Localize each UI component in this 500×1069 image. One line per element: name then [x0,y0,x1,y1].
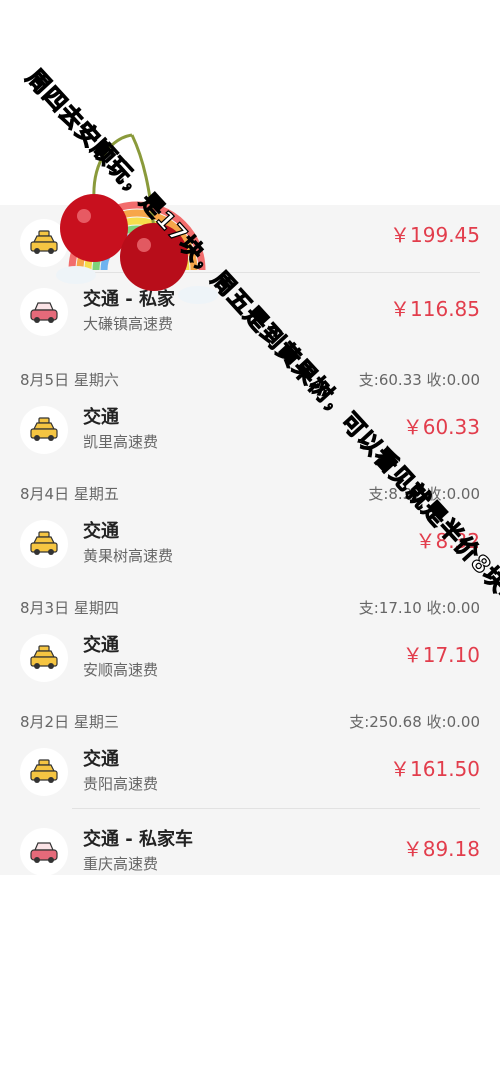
date-header: 8月2日 星期三 支:250.68 收:0.00 [0,699,500,739]
day-summary: 支:17.10 收:0.00 [358,599,480,617]
record-subtitle: 安顺高速费 [83,661,159,679]
record-category: 交通 [83,635,119,656]
record-subtitle: 重庆高速费 [83,855,159,873]
date-label: 8月4日 星期五 [20,485,119,503]
list-item[interactable]: 交通 安顺高速费 ￥17.10 [0,620,500,700]
list-item[interactable]: 交通 贵阳高速费 ￥161.50 [0,734,500,814]
cherry-rainbow-sticker [52,130,222,315]
taxi-icon [20,748,68,796]
record-amount: ￥116.85 [390,297,480,321]
date-label: 8月5日 星期六 [20,371,119,389]
date-header: 8月5日 星期六 支:60.33 收:0.00 [0,357,500,397]
record-amount: ￥60.33 [402,415,480,439]
record-amount: ￥161.50 [390,757,480,781]
date-label: 8月3日 星期四 [20,599,119,617]
list-item[interactable]: 交通 凯里高速费 ￥60.33 [0,392,500,472]
record-amount: ￥89.18 [402,837,480,861]
taxi-icon [20,406,68,454]
divider [72,808,480,809]
day-summary: 支:60.33 收:0.00 [358,371,480,389]
day-summary: 支:250.68 收:0.00 [349,713,480,731]
record-subtitle: 贵阳高速费 [83,775,159,793]
bottom-blank-area [0,875,500,1069]
date-header: 8月3日 星期四 支:17.10 收:0.00 [0,585,500,625]
car-icon [20,828,68,876]
record-category: 交通 [83,749,119,770]
record-category: 交通 - 私家车 [83,829,194,850]
taxi-icon [20,520,68,568]
record-subtitle: 凯里高速费 [83,433,159,451]
date-label: 8月2日 星期三 [20,713,119,731]
record-amount: ￥17.10 [402,643,480,667]
record-category: 交通 [83,407,119,428]
record-amount: ￥199.45 [390,223,480,247]
record-subtitle: 大磏镇高速费 [83,315,174,333]
taxi-icon [20,634,68,682]
record-subtitle: 黄果树高速费 [83,547,174,565]
record-category: 交通 [83,521,119,542]
